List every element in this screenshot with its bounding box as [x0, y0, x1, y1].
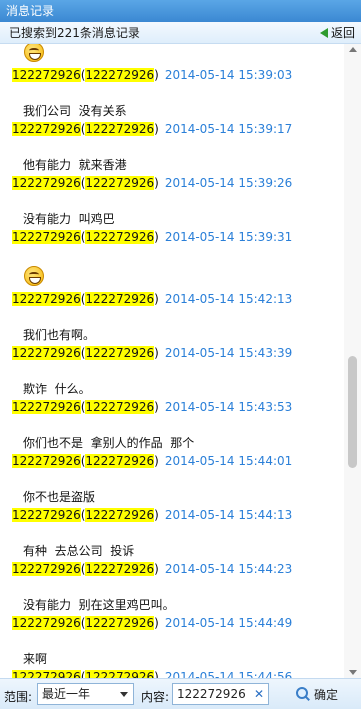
scroll-up-icon[interactable] [349, 47, 357, 52]
sender-name: 122272926 [12, 122, 81, 136]
sender-id: 122272926 [85, 508, 155, 522]
sender-name: 122272926 [12, 68, 81, 82]
message-time: 2014-05-14 15:44:56 [164, 670, 293, 678]
message-content: 来啊 [23, 652, 48, 666]
sender-id: 122272926 [85, 176, 155, 190]
confirm-button[interactable]: 确定 [296, 683, 338, 705]
message-meta: 122272926(122272926) 2014-05-14 15:44:23 [12, 562, 293, 576]
sender-id: 122272926 [85, 292, 155, 306]
message-time: 2014-05-14 15:43:39 [164, 346, 293, 360]
message-time: 2014-05-14 15:39:26 [164, 176, 293, 190]
message-content: 他有能力 就来香港 [23, 158, 127, 172]
message-time: 2014-05-14 15:44:49 [164, 616, 293, 630]
message-meta: 122272926(122272926) 2014-05-14 15:44:13 [12, 508, 293, 522]
message-meta: 122272926(122272926) 2014-05-14 15:39:03 [12, 68, 293, 82]
message-content: 欺诈 什么。 [23, 382, 91, 396]
message-meta: 122272926(122272926) 2014-05-14 15:42:13 [12, 292, 293, 306]
message-meta: 122272926(122272926) 2014-05-14 15:44:49 [12, 616, 293, 630]
message-meta: 122272926(122272926) 2014-05-14 15:43:39 [12, 346, 293, 360]
message-meta: 122272926(122272926) 2014-05-14 15:44:56 [12, 670, 292, 678]
sender-name: 122272926 [12, 508, 81, 522]
confirm-label: 确定 [314, 687, 339, 702]
content-search-value: 122272926 [177, 687, 246, 701]
sender-name: 122272926 [12, 346, 81, 360]
message-time: 2014-05-14 15:39:31 [164, 230, 293, 244]
message-time: 2014-05-14 15:44:13 [164, 508, 293, 522]
message-content: 没有能力 叫鸡巴 [23, 212, 115, 226]
clear-icon[interactable]: ✕ [254, 684, 264, 704]
sender-name: 122272926 [12, 400, 81, 414]
sender-name: 122272926 [12, 562, 81, 576]
message-meta: 122272926(122272926) 2014-05-14 15:39:26 [12, 176, 293, 190]
message-time: 2014-05-14 15:43:53 [164, 400, 293, 414]
back-button[interactable]: 返回 [319, 22, 355, 44]
message-time: 2014-05-14 15:39:03 [164, 68, 293, 82]
message-meta: 122272926(122272926) 2014-05-14 15:39:31 [12, 230, 293, 244]
message-time: 2014-05-14 15:44:01 [164, 454, 293, 468]
back-label: 返回 [330, 26, 355, 40]
sender-id: 122272926 [85, 68, 155, 82]
grin-emoji-icon [24, 266, 44, 286]
message-time: 2014-05-14 15:39:17 [164, 122, 293, 136]
search-icon [296, 687, 310, 701]
message-meta: 122272926(122272926) 2014-05-14 15:43:53 [12, 400, 293, 414]
sender-name: 122272926 [12, 670, 81, 678]
sender-id: 122272926 [85, 562, 155, 576]
search-footer: 范围: 最近一年 内容: 122272926 ✕ 确定 [0, 678, 361, 709]
message-list[interactable]: 122272926(122272926) 2014-05-14 15:39:03 … [0, 44, 344, 678]
sender-name: 122272926 [12, 616, 81, 630]
sender-id: 122272926 [85, 122, 155, 136]
message-content: 我们也有啊。 [23, 328, 96, 342]
sender-id: 122272926 [85, 400, 155, 414]
sender-id: 122272926 [85, 346, 155, 360]
sender-name: 122272926 [12, 176, 81, 190]
sender-id: 122272926 [85, 454, 155, 468]
message-meta: 122272926(122272926) 2014-05-14 15:39:17 [12, 122, 293, 136]
back-arrow-icon [319, 28, 328, 38]
sender-id: 122272926 [85, 230, 155, 244]
message-content: 你们也不是 拿别人的作品 那个 [23, 436, 195, 450]
search-result-count: 已搜索到221条消息记录 [9, 26, 140, 40]
range-value: 最近一年 [42, 687, 91, 701]
sender-name: 122272926 [12, 292, 81, 306]
sender-name: 122272926 [12, 454, 81, 468]
sender-name: 122272926 [12, 230, 81, 244]
sender-id: 122272926 [85, 616, 155, 630]
message-content: 你不也是盗版 [23, 490, 96, 504]
content-search-input[interactable]: 122272926 ✕ [172, 683, 269, 705]
vertical-scrollbar[interactable] [344, 44, 361, 678]
content-label: 内容: [141, 690, 170, 704]
grin-emoji-icon [24, 44, 44, 62]
scroll-down-icon[interactable] [349, 670, 357, 675]
message-meta: 122272926(122272926) 2014-05-14 15:44:01 [12, 454, 293, 468]
range-select[interactable]: 最近一年 [37, 683, 134, 705]
message-content: 没有能力 别在这里鸡巴叫。 [23, 598, 175, 612]
sender-id: 122272926 [85, 670, 155, 678]
range-label: 范围: [4, 690, 33, 704]
search-result-bar: 已搜索到221条消息记录 返回 [0, 22, 361, 44]
message-time: 2014-05-14 15:42:13 [164, 292, 293, 306]
window-title: 消息记录 [0, 0, 361, 22]
message-time: 2014-05-14 15:44:23 [164, 562, 293, 576]
chevron-down-icon [120, 692, 128, 697]
message-content: 有种 去总公司 投诉 [23, 544, 135, 558]
scroll-thumb[interactable] [348, 356, 357, 468]
message-content: 我们公司 没有关系 [23, 104, 127, 118]
